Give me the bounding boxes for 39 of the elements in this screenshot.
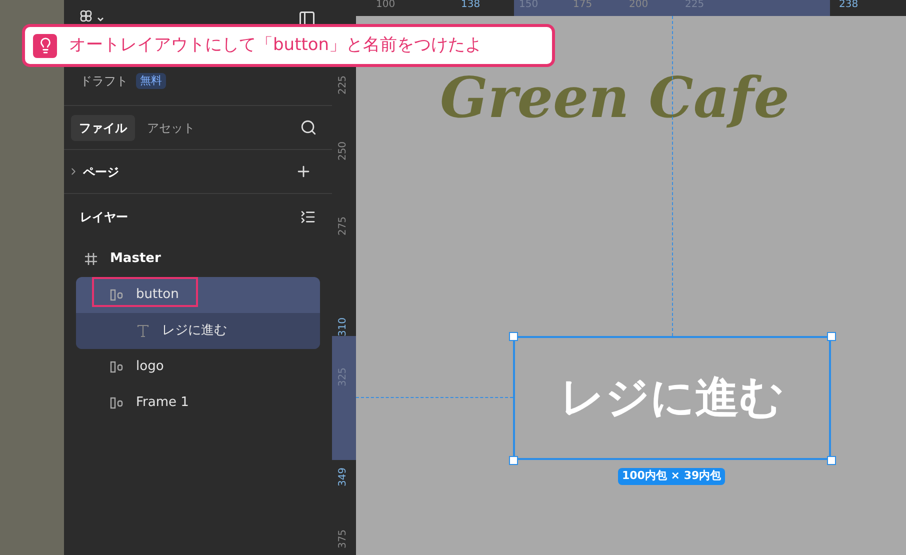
layer-name: logo: [136, 358, 164, 376]
resize-handle[interactable]: [827, 456, 836, 465]
ruler-label: 349: [336, 467, 350, 487]
ruler-label: 250: [336, 141, 350, 161]
button-label: レジに進む: [560, 371, 784, 425]
pages-label: ページ: [83, 164, 119, 180]
layer-name: レジに進む: [162, 322, 227, 340]
logo-text: Green Cafe: [440, 70, 790, 126]
layer-row[interactable]: Frame 1: [76, 385, 320, 421]
search-icon[interactable]: [300, 119, 317, 136]
text-icon: [136, 324, 150, 338]
add-icon[interactable]: [295, 163, 312, 180]
plan-label: ドラフト: [80, 73, 128, 90]
resize-handle[interactable]: [509, 332, 518, 341]
resize-handle[interactable]: [509, 456, 518, 465]
layer-row[interactable]: Master: [76, 241, 320, 277]
resize-handle[interactable]: [827, 332, 836, 341]
size-label: 100内包 × 39内包: [618, 468, 726, 484]
autolayout-icon: [110, 361, 124, 373]
panel-tab[interactable]: アセット: [139, 114, 203, 140]
collapse-list-icon[interactable]: [300, 209, 316, 225]
layer-row[interactable]: logo: [76, 349, 320, 385]
ruler-label: 275: [336, 216, 350, 236]
ruler-label: 375: [336, 529, 350, 549]
ruler-label: 175: [573, 0, 592, 12]
lightbulb-icon: [33, 34, 57, 58]
autolayout-icon: [110, 289, 124, 301]
panel-tab[interactable]: ファイル: [71, 114, 135, 140]
callout-text: オートレイアウトにして「button」と名前をつけたよ: [69, 34, 482, 57]
ruler-label: 310: [336, 317, 350, 337]
autolayout-icon: [110, 397, 124, 409]
layer-name: button: [136, 286, 179, 304]
layers-title: レイヤー: [80, 209, 128, 226]
ruler-label: 225: [336, 75, 350, 95]
plan-badge: 無料: [136, 72, 166, 90]
layer-row[interactable]: button: [76, 277, 320, 313]
layer-name: Master: [110, 250, 161, 268]
layer-name: Frame 1: [136, 394, 189, 412]
hash-icon: [84, 252, 98, 266]
